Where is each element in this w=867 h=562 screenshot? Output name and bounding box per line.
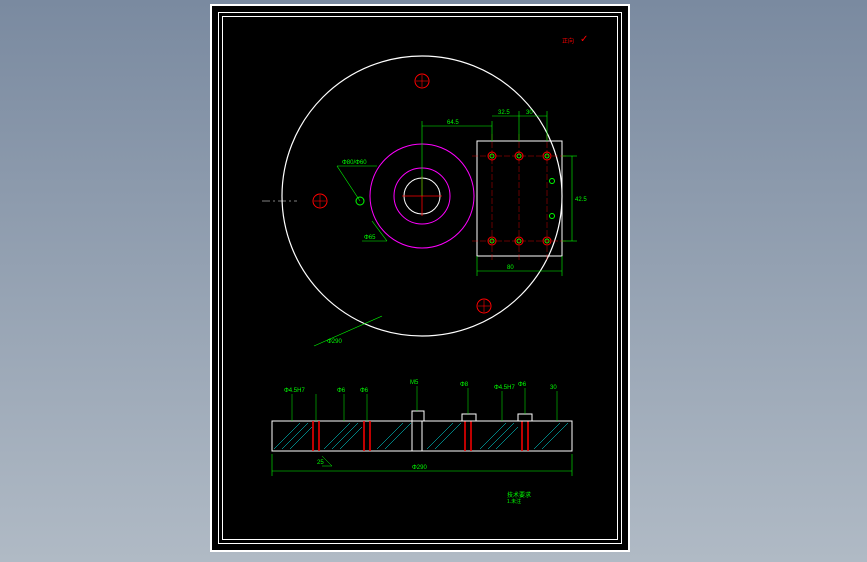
sd-t1: 25 [317, 460, 324, 466]
dim-d7: Φ290 [327, 339, 342, 345]
dim-d4: 42.5 [575, 197, 587, 203]
plate-holes [488, 152, 555, 245]
dim-rect: 80 [507, 265, 514, 271]
dim-d1: 64.5 [447, 120, 459, 126]
dim-d5: Φ65 [364, 235, 376, 241]
top-view: 64.5 32.5 30 42.5 Φ80/Φ60 Φ65 Φ290 80 [212, 6, 632, 366]
hatch [274, 423, 568, 449]
note-1: 1.未注 [507, 498, 521, 505]
dim-bcd: Φ80/Φ60 [342, 160, 367, 166]
dim-lines-top [314, 111, 577, 346]
sd-h7: Φ6 [518, 382, 527, 388]
dim-d2: 32.5 [498, 110, 510, 116]
sd-h9: 30 [550, 385, 557, 391]
section-dim-leaders [292, 386, 557, 466]
sd-h3: Φ6 [360, 388, 369, 394]
sd-h2: Φ6 [337, 388, 346, 394]
sd-h4: M5 [410, 380, 419, 386]
section-overall: Φ290 [412, 465, 427, 471]
sd-h1: Φ4.5H7 [284, 388, 305, 394]
section-view: Φ290 Φ4.5H7 Φ6 Φ6 M5 Φ8 Φ4.5H7 Φ6 30 25 [212, 376, 632, 536]
sd-h6: Φ4.5H7 [494, 385, 515, 391]
sd-h5: Φ8 [460, 382, 469, 388]
drawing-canvas: 正向 ✓ [210, 4, 630, 552]
dim-d3: 30 [526, 110, 533, 116]
